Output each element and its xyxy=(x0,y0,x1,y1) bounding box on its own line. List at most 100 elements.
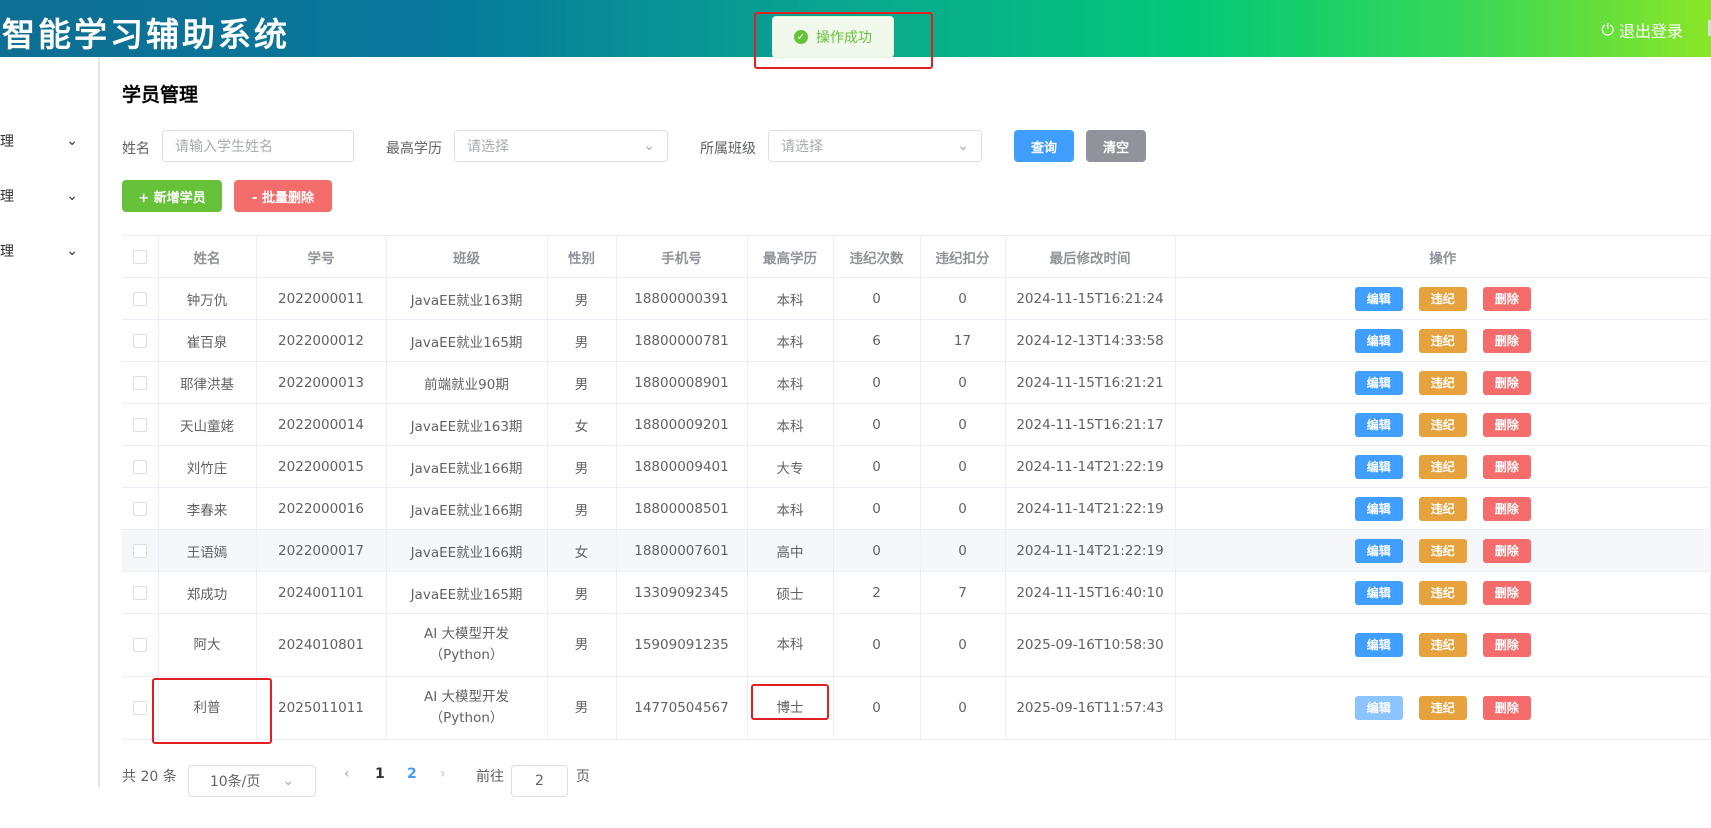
delete-button[interactable]: 删除 xyxy=(1482,454,1531,479)
edit-button[interactable]: 编辑 xyxy=(1354,286,1403,311)
violation-button[interactable]: 违纪 xyxy=(1418,412,1467,437)
edit-button[interactable]: 编辑 xyxy=(1354,454,1403,479)
delete-button[interactable]: 删除 xyxy=(1482,538,1531,563)
violation-button[interactable]: 违纪 xyxy=(1418,580,1467,605)
cell-class: JavaEE就业165期 xyxy=(386,319,548,362)
clear-button[interactable]: 清空 xyxy=(1086,130,1146,162)
row-checkbox[interactable] xyxy=(132,417,147,432)
edit-button[interactable]: 编辑 xyxy=(1354,328,1403,353)
column-header[interactable]: 学号 xyxy=(256,235,387,278)
column-header[interactable]: 班级 xyxy=(386,235,548,278)
cell-gender: 男 xyxy=(547,676,617,740)
violation-button[interactable]: 违纪 xyxy=(1418,696,1467,720)
row-checkbox[interactable] xyxy=(132,501,147,516)
cell-actions: 编辑 违纪 删除 xyxy=(1175,571,1711,614)
violation-button[interactable]: 违纪 xyxy=(1418,633,1467,657)
column-header: 操作 xyxy=(1175,235,1711,278)
row-checkbox[interactable] xyxy=(132,459,147,474)
edit-button[interactable]: 编辑 xyxy=(1354,412,1403,437)
cell-gender: 男 xyxy=(547,571,617,614)
page-2[interactable]: 2 xyxy=(407,766,417,782)
degree-label: 最高学历 xyxy=(386,141,442,157)
cell-violation-count: 0 xyxy=(833,403,921,446)
delete-button[interactable]: 删除 xyxy=(1482,580,1531,605)
row-checkbox[interactable] xyxy=(132,291,147,306)
edit-button[interactable]: 编辑 xyxy=(1354,696,1403,720)
page-size-select[interactable]: 10条/页 ⌄ xyxy=(188,765,316,797)
cell-degree: 大专 xyxy=(747,445,834,488)
row-checkbox[interactable] xyxy=(132,637,147,652)
column-header[interactable]: 违纪次数 xyxy=(833,235,921,278)
chevron-down-icon: ⌄ xyxy=(957,138,969,154)
column-header[interactable]: 最高学历 xyxy=(747,235,834,278)
cell-gender: 男 xyxy=(547,319,617,362)
column-header[interactable]: 违纪扣分 xyxy=(920,235,1006,278)
column-header[interactable]: 手机号 xyxy=(616,235,748,278)
delete-button[interactable]: 删除 xyxy=(1482,696,1531,720)
edit-button[interactable]: 编辑 xyxy=(1354,370,1403,395)
column-header[interactable]: 姓名 xyxy=(158,235,257,278)
edit-button[interactable]: 编辑 xyxy=(1354,580,1403,605)
violation-button[interactable]: 违纪 xyxy=(1418,454,1467,479)
edit-button[interactable]: 编辑 xyxy=(1354,496,1403,521)
delete-button[interactable]: 删除 xyxy=(1482,286,1531,311)
cell-gender: 男 xyxy=(547,445,617,488)
row-checkbox[interactable] xyxy=(132,585,147,600)
sidebar-item-label: 理 xyxy=(0,134,14,150)
goto-page-input[interactable]: 2 xyxy=(511,765,568,797)
batch-delete-button[interactable]: - 批量删除 xyxy=(234,180,332,212)
cell-student-id: 2024001101 xyxy=(256,571,387,614)
delete-button[interactable]: 删除 xyxy=(1482,412,1531,437)
cell-violation-score: 0 xyxy=(920,445,1006,488)
row-select-cell xyxy=(122,487,159,530)
annotation-box-toast xyxy=(754,12,933,69)
query-button[interactable]: 查询 xyxy=(1014,130,1074,162)
row-checkbox[interactable] xyxy=(132,333,147,348)
violation-button[interactable]: 违纪 xyxy=(1418,328,1467,353)
cell-student-id: 2022000013 xyxy=(256,361,387,404)
add-student-button[interactable]: + 新增学员 xyxy=(122,180,222,212)
cell-phone: 18800000781 xyxy=(616,319,748,362)
cell-violation-count: 0 xyxy=(833,487,921,530)
violation-button[interactable]: 违纪 xyxy=(1418,370,1467,395)
class-select[interactable]: 请选择 ⌄ xyxy=(768,130,982,162)
sidebar: 理 ⌄ 理 ⌄ 理 ⌄ xyxy=(0,57,100,787)
edit-button[interactable]: 编辑 xyxy=(1354,538,1403,563)
row-select-cell xyxy=(122,613,159,677)
violation-button[interactable]: 违纪 xyxy=(1418,286,1467,311)
cell-class: AI 大模型开发（Python） xyxy=(386,676,548,740)
page-1[interactable]: 1 xyxy=(375,766,385,782)
delete-button[interactable]: 删除 xyxy=(1482,370,1531,395)
row-checkbox[interactable] xyxy=(132,700,147,715)
delete-button[interactable]: 删除 xyxy=(1482,496,1531,521)
degree-placeholder: 请选择 xyxy=(467,139,509,155)
delete-button[interactable]: 删除 xyxy=(1482,633,1531,657)
degree-select[interactable]: 请选择 ⌄ xyxy=(454,130,668,162)
row-checkbox[interactable] xyxy=(132,543,147,558)
cell-student-id: 2022000014 xyxy=(256,403,387,446)
cell-updated-time: 2024-11-14T21:22:19 xyxy=(1005,529,1176,572)
violation-button[interactable]: 违纪 xyxy=(1418,538,1467,563)
delete-button[interactable]: 删除 xyxy=(1482,328,1531,353)
cell-phone: 18800000391 xyxy=(616,277,748,320)
edit-button[interactable]: 编辑 xyxy=(1354,633,1403,657)
column-header[interactable]: 性别 xyxy=(547,235,617,278)
logout-button[interactable]: ⏻ 退出登录 xyxy=(1601,18,1683,42)
sidebar-item-3[interactable]: 理 ⌄ xyxy=(0,231,98,271)
column-header[interactable]: 最后修改时间 xyxy=(1005,235,1176,278)
table-row: 天山童姥 2022000014 JavaEE就业163期女 18800009201 本科… xyxy=(122,403,1711,446)
name-search-input[interactable]: 请输入学生姓名 xyxy=(162,130,354,162)
sidebar-item-2[interactable]: 理 ⌄ xyxy=(0,176,98,216)
prev-page-button[interactable]: ‹ xyxy=(344,766,350,782)
sidebar-item-1[interactable]: 理 ⌄ xyxy=(0,121,98,161)
cell-violation-count: 0 xyxy=(833,445,921,488)
next-page-button[interactable]: › xyxy=(440,766,446,782)
violation-button[interactable]: 违纪 xyxy=(1418,496,1467,521)
cell-class: JavaEE就业163期 xyxy=(386,277,548,320)
cell-updated-time: 2024-11-15T16:21:17 xyxy=(1005,403,1176,446)
name-placeholder: 请输入学生姓名 xyxy=(175,139,273,155)
row-checkbox[interactable] xyxy=(132,375,147,390)
row-select-cell xyxy=(122,571,159,614)
select-all-checkbox[interactable] xyxy=(132,249,147,264)
cell-gender: 男 xyxy=(547,277,617,320)
